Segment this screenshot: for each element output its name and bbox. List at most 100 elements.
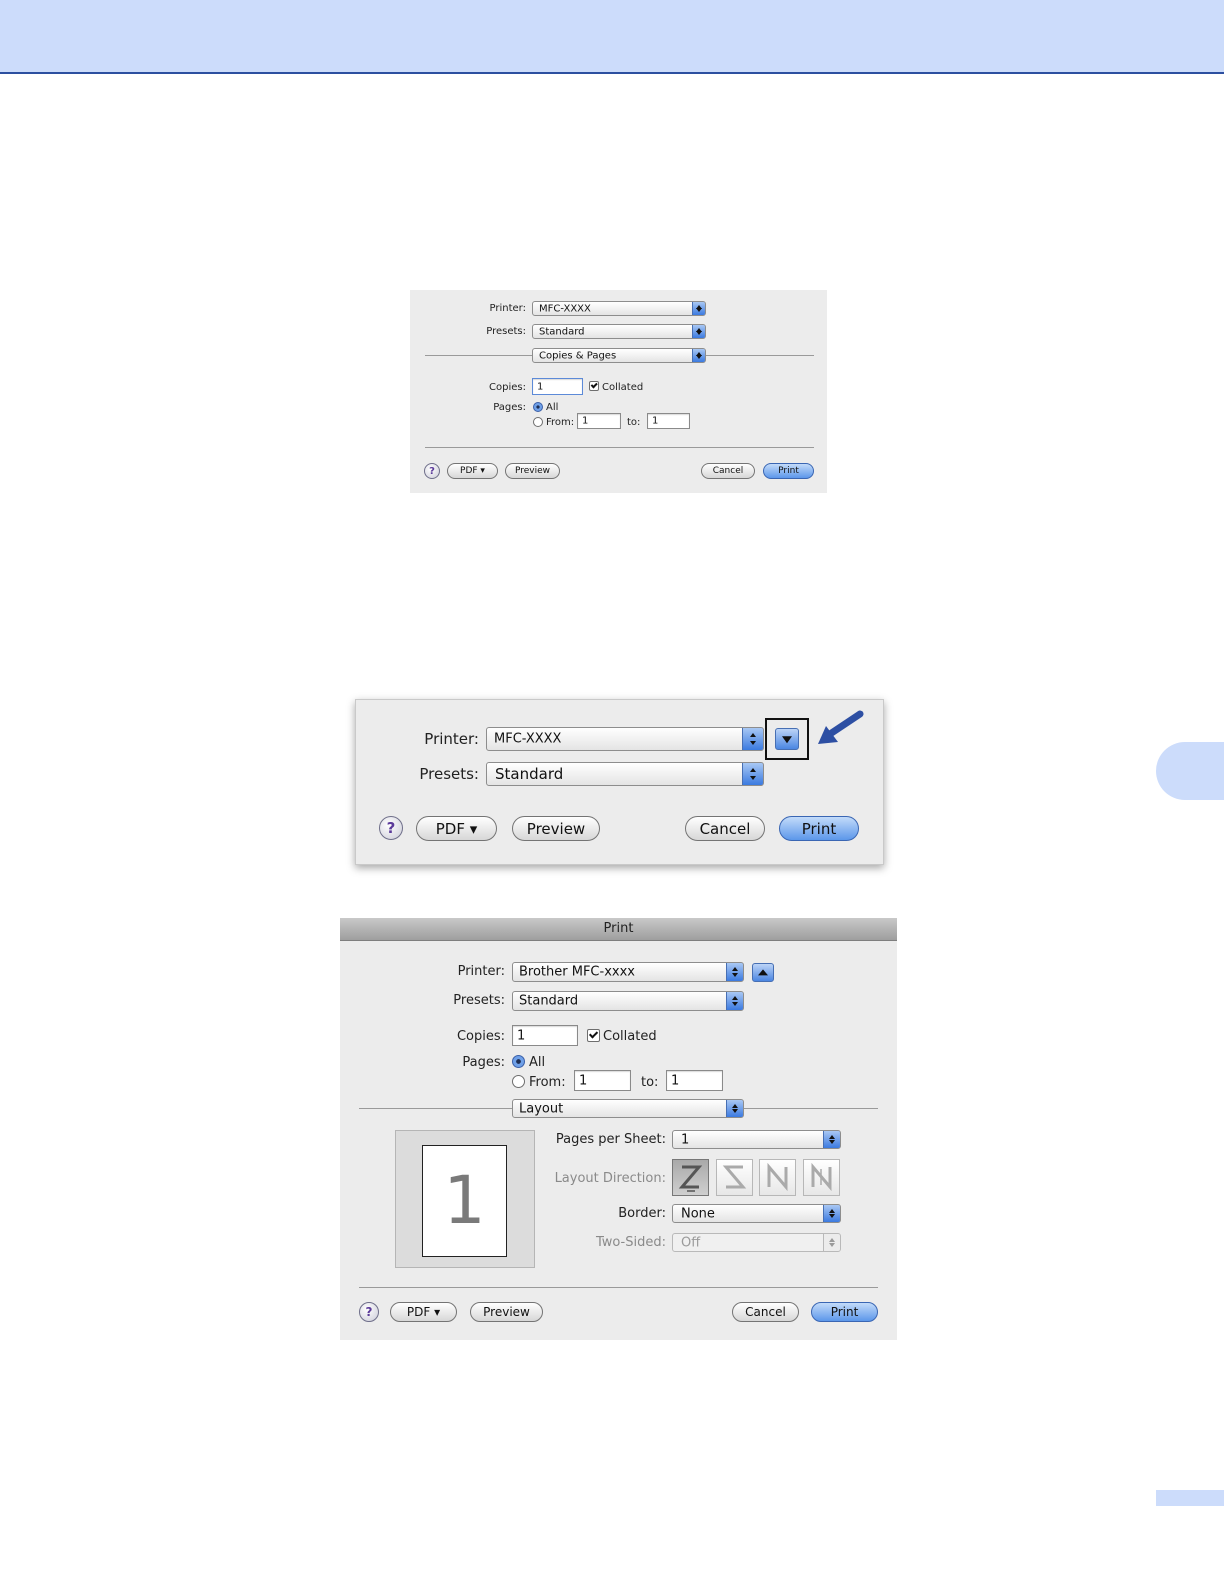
layout-direction-s-button[interactable] xyxy=(716,1159,753,1196)
popup-arrows-icon xyxy=(742,728,763,750)
chevron-up-icon xyxy=(758,968,768,975)
presets-label: Presets: xyxy=(419,765,479,783)
pages-all-label: All xyxy=(546,402,559,413)
preview-button[interactable]: Preview xyxy=(470,1302,543,1322)
pages-to-field[interactable]: 1 xyxy=(647,413,690,429)
footer-divider xyxy=(359,1287,878,1288)
copies-label: Copies: xyxy=(456,1029,505,1044)
pages-from-label: From: xyxy=(546,417,575,428)
layout-direction-z-button[interactable] xyxy=(672,1159,709,1196)
layout-s-icon xyxy=(722,1165,747,1189)
help-icon[interactable]: ? xyxy=(424,463,440,479)
pages-label: Pages: xyxy=(493,402,526,413)
copies-field-value: 1 xyxy=(517,1028,526,1043)
pdf-button[interactable]: PDF ▾ xyxy=(416,816,497,841)
layout-n-reverse-icon xyxy=(767,1162,788,1192)
printer-label: Printer: xyxy=(489,303,526,314)
pages-to-value: 1 xyxy=(652,415,659,427)
pages-label: Pages: xyxy=(462,1055,505,1070)
print-button[interactable]: Print xyxy=(811,1302,878,1322)
collated-label: Collated xyxy=(602,382,644,393)
print-button[interactable]: Print xyxy=(779,816,859,841)
collapse-button[interactable] xyxy=(752,963,774,982)
border-popup[interactable]: None xyxy=(672,1204,841,1223)
pages-to-label: to: xyxy=(627,417,641,428)
page-header-band xyxy=(0,0,1224,74)
cancel-button[interactable]: Cancel xyxy=(685,816,765,841)
popup-arrows-icon xyxy=(823,1131,840,1148)
pages-all-radio[interactable] xyxy=(533,402,543,412)
preview-button[interactable]: Preview xyxy=(505,463,560,479)
section-divider xyxy=(706,355,814,356)
pages-from-field[interactable]: 1 xyxy=(577,413,621,429)
presets-label: Presets: xyxy=(453,993,505,1008)
cancel-button[interactable]: Cancel xyxy=(701,463,755,479)
presets-popup[interactable]: Standard xyxy=(486,762,764,786)
pages-from-radio[interactable] xyxy=(533,417,543,427)
presets-label: Presets: xyxy=(486,326,526,337)
print-dialog-layout: Print Printer: Brother MFC-xxxx Presets:… xyxy=(340,918,897,1340)
window-title: Print xyxy=(603,921,634,936)
two-sided-label: Two-Sided: xyxy=(595,1235,666,1250)
pages-all-radio[interactable] xyxy=(512,1055,525,1068)
presets-popup[interactable]: Standard xyxy=(532,324,706,339)
pages-to-value: 1 xyxy=(671,1073,680,1088)
presets-popup[interactable]: Standard xyxy=(512,991,744,1011)
panel-popup-value: Copies & Pages xyxy=(539,350,617,361)
help-icon[interactable]: ? xyxy=(359,1302,379,1322)
collated-checkbox[interactable] xyxy=(589,381,599,391)
copies-field[interactable]: 1 xyxy=(512,1025,578,1046)
title-bar[interactable]: Print xyxy=(340,918,897,941)
presets-popup-value: Standard xyxy=(495,765,564,783)
pages-from-value: 1 xyxy=(582,415,589,427)
preview-button[interactable]: Preview xyxy=(512,816,600,841)
pages-from-field[interactable]: 1 xyxy=(574,1070,631,1091)
printer-popup[interactable]: MFC-XXXX xyxy=(486,727,764,751)
pdf-button[interactable]: PDF ▾ xyxy=(390,1302,457,1322)
copies-label: Copies: xyxy=(489,382,526,393)
footer-divider xyxy=(425,447,814,448)
panel-popup[interactable]: Layout xyxy=(512,1099,744,1118)
collated-checkbox[interactable] xyxy=(587,1029,600,1042)
printer-label: Printer: xyxy=(424,730,479,748)
presets-popup-value: Standard xyxy=(519,993,579,1009)
printer-popup[interactable]: MFC-XXXX xyxy=(532,301,706,316)
layout-direction-label: Layout Direction: xyxy=(554,1171,666,1186)
layout-preview-well: 1 xyxy=(395,1130,535,1268)
print-dialog-collapsed: Printer: MFC-XXXX Presets: Standard ? PD… xyxy=(355,699,884,865)
help-icon[interactable]: ? xyxy=(379,816,403,840)
layout-z-icon xyxy=(678,1165,703,1192)
pages-per-sheet-value: 1 xyxy=(681,1132,690,1147)
popup-arrows-icon xyxy=(726,963,743,981)
pages-per-sheet-popup[interactable]: 1 xyxy=(672,1130,841,1149)
popup-arrows-icon xyxy=(692,302,705,315)
two-sided-popup[interactable]: Off xyxy=(672,1233,841,1252)
page-number-tab xyxy=(1156,1490,1224,1506)
chevron-down-icon xyxy=(782,736,792,744)
disclosure-button[interactable] xyxy=(775,728,799,750)
border-label: Border: xyxy=(618,1206,666,1221)
cancel-button[interactable]: Cancel xyxy=(732,1302,799,1322)
printer-popup-value: MFC-XXXX xyxy=(494,731,562,747)
printer-popup[interactable]: Brother MFC-xxxx xyxy=(512,962,744,982)
pages-to-field[interactable]: 1 xyxy=(666,1070,723,1091)
collated-label: Collated xyxy=(603,1029,657,1044)
section-divider xyxy=(359,1108,512,1109)
panel-popup[interactable]: Copies & Pages xyxy=(532,348,706,363)
pdf-button[interactable]: PDF ▾ xyxy=(447,463,498,479)
popup-arrows-icon xyxy=(692,349,705,362)
popup-arrows-icon xyxy=(823,1234,840,1251)
pages-from-radio[interactable] xyxy=(512,1075,525,1088)
layout-direction-n-button[interactable] xyxy=(803,1159,840,1196)
copies-field[interactable]: 1 xyxy=(532,378,583,395)
popup-arrows-icon xyxy=(692,325,705,338)
pages-to-label: to: xyxy=(641,1075,659,1090)
two-sided-popup-value: Off xyxy=(681,1235,701,1250)
section-divider xyxy=(425,355,533,356)
popup-arrows-icon xyxy=(726,992,743,1010)
printer-popup-value: Brother MFC-xxxx xyxy=(519,964,635,980)
popup-arrows-icon xyxy=(742,763,763,785)
layout-direction-n-reverse-button[interactable] xyxy=(759,1159,796,1196)
pages-all-label: All xyxy=(529,1055,546,1070)
print-button[interactable]: Print xyxy=(763,463,814,479)
